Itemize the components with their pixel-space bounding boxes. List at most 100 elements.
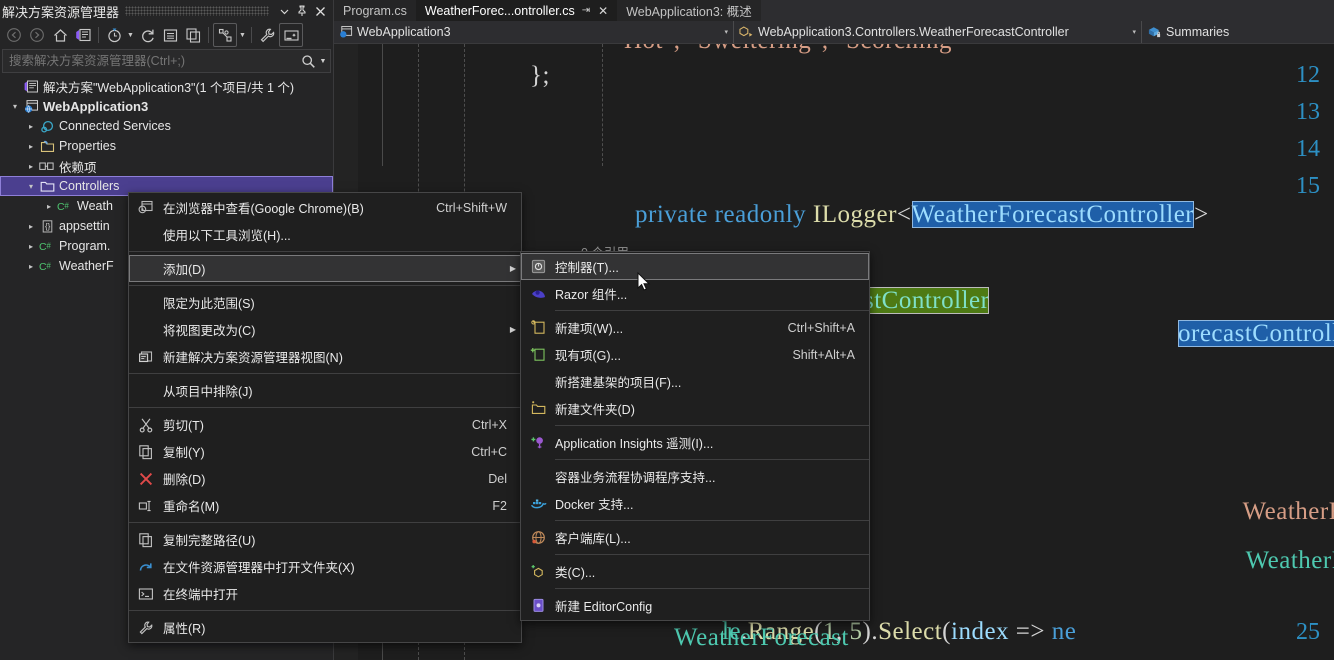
menu-item-properties[interactable]: 属性(R) (129, 614, 521, 641)
navbar-project-selector[interactable]: WebApplication3 ▾ (334, 21, 734, 43)
code-token-ilogger: ILogger (812, 201, 897, 228)
menu-item-label: 在终端中打开 (163, 588, 239, 602)
menu-item-open-folder-in-explorer[interactable]: 在文件资源管理器中打开文件夹(X) (129, 553, 521, 580)
navbar-member-selector[interactable]: Summaries (1142, 21, 1334, 43)
submenu-separator (555, 554, 869, 555)
menu-item-delete[interactable]: 删除(D) Del (129, 465, 521, 492)
tab-weatherforecastcontroller-cs[interactable]: WeatherForec...ontroller.cs ⇥ ✕ (415, 0, 618, 21)
twisty-icon[interactable]: ▸ (42, 202, 56, 211)
preview-icon[interactable] (279, 23, 303, 47)
search-options-caret-icon[interactable]: ▼ (318, 58, 328, 65)
tree-item-project[interactable]: ▾ WebApplication3 (0, 96, 333, 116)
clock-dropdown-caret-icon[interactable]: ▼ (126, 24, 135, 46)
navbar-type-selector[interactable]: WebApplication3.Controllers.WeatherForec… (734, 21, 1142, 43)
twisty-icon[interactable]: ▸ (24, 242, 38, 251)
menu-item-scope-to-this[interactable]: 限定为此范围(S) (129, 289, 521, 316)
submenu-item-new-editorconfig[interactable]: 新建 EditorConfig (521, 592, 869, 619)
submenu-arrow-icon: ▶ (509, 325, 517, 334)
chevron-down-icon[interactable]: ▾ (714, 28, 728, 36)
menu-item-new-solution-explorer-view[interactable]: 新建解决方案资源管理器视图(N) (129, 343, 521, 370)
submenu-item-existing-item[interactable]: 现有项(G)... Shift+Alt+A (521, 341, 869, 368)
node-graph-icon[interactable] (213, 23, 237, 47)
csharp-file-icon: C # (56, 199, 74, 213)
class-add-icon (521, 563, 555, 580)
menu-item-exclude-from-project[interactable]: 从项目中排除(J) (129, 377, 521, 404)
submenu-item-label: 类(C)... (555, 566, 596, 580)
menu-item-open-in-terminal[interactable]: 在终端中打开 (129, 580, 521, 607)
submenu-item-new-folder[interactable]: 新建文件夹(D) (521, 395, 869, 422)
tab-label: WebApplication3: 概述 (626, 5, 752, 19)
all-files-icon[interactable] (182, 24, 204, 46)
submenu-item-class[interactable]: 类(C)... (521, 558, 869, 585)
tree-item-dependencies[interactable]: ▸ 依赖项 (0, 156, 333, 176)
submenu-item-label: 新建项(W)... (555, 322, 624, 336)
tab-close-icon[interactable]: ✕ (598, 4, 608, 18)
submenu-item-new-item[interactable]: 新建项(W)... Ctrl+Shift+A (521, 314, 869, 341)
twisty-icon[interactable]: ▸ (24, 262, 38, 271)
submenu-item-label: Razor 组件... (555, 288, 628, 302)
menu-item-copy-full-path[interactable]: 复制完整路径(U) (129, 526, 521, 553)
twisty-icon[interactable]: ▸ (24, 122, 38, 131)
submenu-item-new-scaffolded-item[interactable]: 新搭建基架的项目(F)... (521, 368, 869, 395)
twisty-icon[interactable]: ▸ (24, 162, 38, 171)
search-icon[interactable] (298, 54, 318, 69)
collapse-icon[interactable] (159, 24, 181, 46)
submenu-arrow-icon: ▶ (509, 264, 517, 273)
view-dropdown-caret-icon[interactable]: ▼ (238, 24, 247, 46)
properties-folder-icon (38, 139, 56, 154)
menu-item-change-view-to[interactable]: 将视图更改为(C) ▶ (129, 316, 521, 343)
close-icon[interactable] (311, 2, 329, 20)
line-number: 15 (1296, 173, 1320, 199)
twisty-icon[interactable]: ▸ (24, 142, 38, 151)
menu-item-browse-with[interactable]: 使用以下工具浏览(H)... (129, 221, 521, 248)
menu-item-label: 复制(Y) (163, 446, 205, 460)
solution-explorer-titlebar: 解决方案资源管理器 (0, 0, 333, 22)
tab-program-cs[interactable]: Program.cs (334, 0, 416, 21)
submenu-separator (555, 588, 869, 589)
search-box[interactable]: ▼ (2, 49, 331, 73)
project-web-icon (339, 25, 353, 39)
submenu-item-application-insights-telemetry[interactable]: Application Insights 遥测(I)... (521, 429, 869, 456)
solution-explorer-toolbar: ▼ ▼ (0, 22, 333, 48)
twisty-icon[interactable]: ▸ (24, 222, 38, 231)
toolbar-separator-3 (251, 27, 252, 43)
back-arrow-icon[interactable] (3, 24, 25, 46)
tree-item-properties[interactable]: ▸ Properties (0, 136, 333, 156)
menu-item-shortcut: F2 (492, 498, 507, 513)
twisty-expanded-icon[interactable]: ▾ (8, 102, 22, 111)
home-icon[interactable] (49, 24, 71, 46)
menu-item-view-in-browser[interactable]: 在浏览器中查看(Google Chrome)(B) Ctrl+Shift+W (129, 194, 521, 221)
tab-webapplication3-overview[interactable]: WebApplication3: 概述 (617, 0, 761, 21)
solution-icon[interactable] (72, 24, 94, 46)
search-input[interactable] (7, 53, 298, 69)
menu-item-rename[interactable]: 重命名(M) F2 (129, 492, 521, 519)
menu-item-cut[interactable]: 剪切(T) Ctrl+X (129, 411, 521, 438)
submenu-item-container-orchestrator-support[interactable]: 容器业务流程协调程序支持... (521, 463, 869, 490)
field-private-icon (1147, 25, 1162, 39)
copy-icon (129, 444, 163, 460)
menu-item-copy[interactable]: 复制(Y) Ctrl+C (129, 438, 521, 465)
forward-arrow-icon[interactable] (26, 24, 48, 46)
tree-item-label: Connected Services (59, 119, 171, 133)
submenu-item-docker-support[interactable]: Docker 支持... (521, 490, 869, 517)
line-number: 12 (1296, 62, 1320, 88)
submenu-item-client-side-library[interactable]: 客户端库(L)... (521, 524, 869, 551)
wrench-icon[interactable] (256, 24, 278, 46)
submenu-item-controller[interactable]: 控制器(T)... (521, 253, 869, 280)
clock-icon[interactable] (103, 24, 125, 46)
pin-icon[interactable] (293, 2, 311, 20)
svg-text:#: # (46, 261, 51, 270)
line-number: 25 (1296, 619, 1320, 645)
menu-item-label: 剪切(T) (163, 419, 204, 433)
chevron-down-icon[interactable]: ▾ (1122, 28, 1136, 36)
menu-item-label: 在浏览器中查看(Google Chrome)(B) (163, 202, 364, 216)
submenu-item-razor-component[interactable]: Razor 组件... (521, 280, 869, 307)
twisty-expanded-icon[interactable]: ▾ (24, 182, 38, 191)
refresh-icon[interactable] (136, 24, 158, 46)
panel-dropdown-icon[interactable] (275, 2, 293, 20)
tab-pin-icon[interactable]: ⇥ (582, 5, 590, 16)
titlebar-drag-dots (125, 6, 269, 16)
tree-item-solution[interactable]: ▸ 解决方案"WebApplication3"(1 个项目/共 1 个) (0, 76, 333, 96)
menu-item-add[interactable]: 添加(D) ▶ (129, 255, 521, 282)
tree-item-connected-services[interactable]: ▸ Connected Services (0, 116, 333, 136)
